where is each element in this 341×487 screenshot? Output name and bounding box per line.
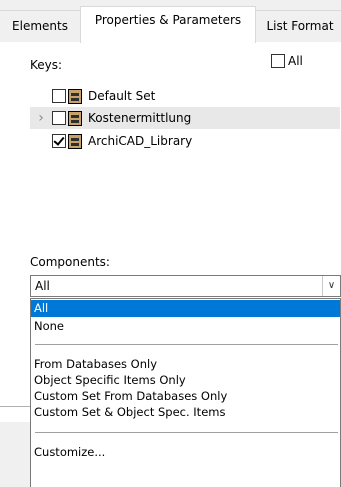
tab-list-format[interactable]: List Format	[255, 10, 341, 42]
database-icon	[68, 133, 82, 149]
tree-item-kostenermittlung[interactable]: › Kostenermittlung	[30, 107, 340, 129]
option-customize[interactable]: Customize...	[31, 444, 340, 461]
tree-item-label: Default Set	[88, 89, 156, 103]
checkbox-checked-icon[interactable]	[52, 134, 66, 148]
tab-bar: Elements Properties & Parameters List Fo…	[0, 0, 341, 43]
all-keys-label: All	[288, 54, 303, 68]
components-select-value: All	[35, 279, 50, 293]
divider	[0, 406, 30, 407]
keys-label: Keys:	[30, 58, 63, 72]
separator	[35, 344, 338, 345]
database-icon	[68, 110, 82, 126]
properties-panel: Keys: All Default Set › Kostenermittlung…	[0, 42, 341, 487]
checkbox-icon[interactable]	[52, 89, 66, 103]
option-custom-set-from-databases-only[interactable]: Custom Set From Databases Only	[31, 388, 340, 405]
separator	[35, 432, 338, 433]
tab-properties-parameters[interactable]: Properties & Parameters	[80, 6, 256, 43]
tree-item-archicad-library[interactable]: ArchiCAD_Library	[30, 130, 340, 152]
components-dropdown-list: All None From Databases Only Object Spec…	[30, 298, 341, 487]
database-icon	[68, 88, 82, 104]
option-all[interactable]: All	[31, 300, 340, 317]
components-select[interactable]: All ∨	[30, 275, 341, 297]
components-label: Components:	[30, 255, 110, 269]
chevron-right-icon[interactable]: ›	[30, 110, 52, 126]
tab-elements[interactable]: Elements	[0, 10, 81, 42]
option-none[interactable]: None	[31, 318, 340, 335]
tree-item-label: ArchiCAD_Library	[88, 134, 193, 148]
tree-item-default-set[interactable]: Default Set	[30, 85, 340, 107]
checkbox-icon[interactable]	[271, 54, 285, 68]
option-object-specific-items-only[interactable]: Object Specific Items Only	[31, 372, 340, 389]
option-custom-set-object-spec-items[interactable]: Custom Set & Object Spec. Items	[31, 404, 340, 421]
chevron-down-icon[interactable]: ∨	[322, 276, 340, 296]
checkbox-icon[interactable]	[52, 111, 66, 125]
window: Elements Properties & Parameters List Fo…	[0, 0, 341, 487]
option-from-databases-only[interactable]: From Databases Only	[31, 356, 340, 373]
all-keys-checkbox[interactable]: All	[271, 54, 303, 68]
tree-item-label: Kostenermittlung	[88, 111, 192, 125]
